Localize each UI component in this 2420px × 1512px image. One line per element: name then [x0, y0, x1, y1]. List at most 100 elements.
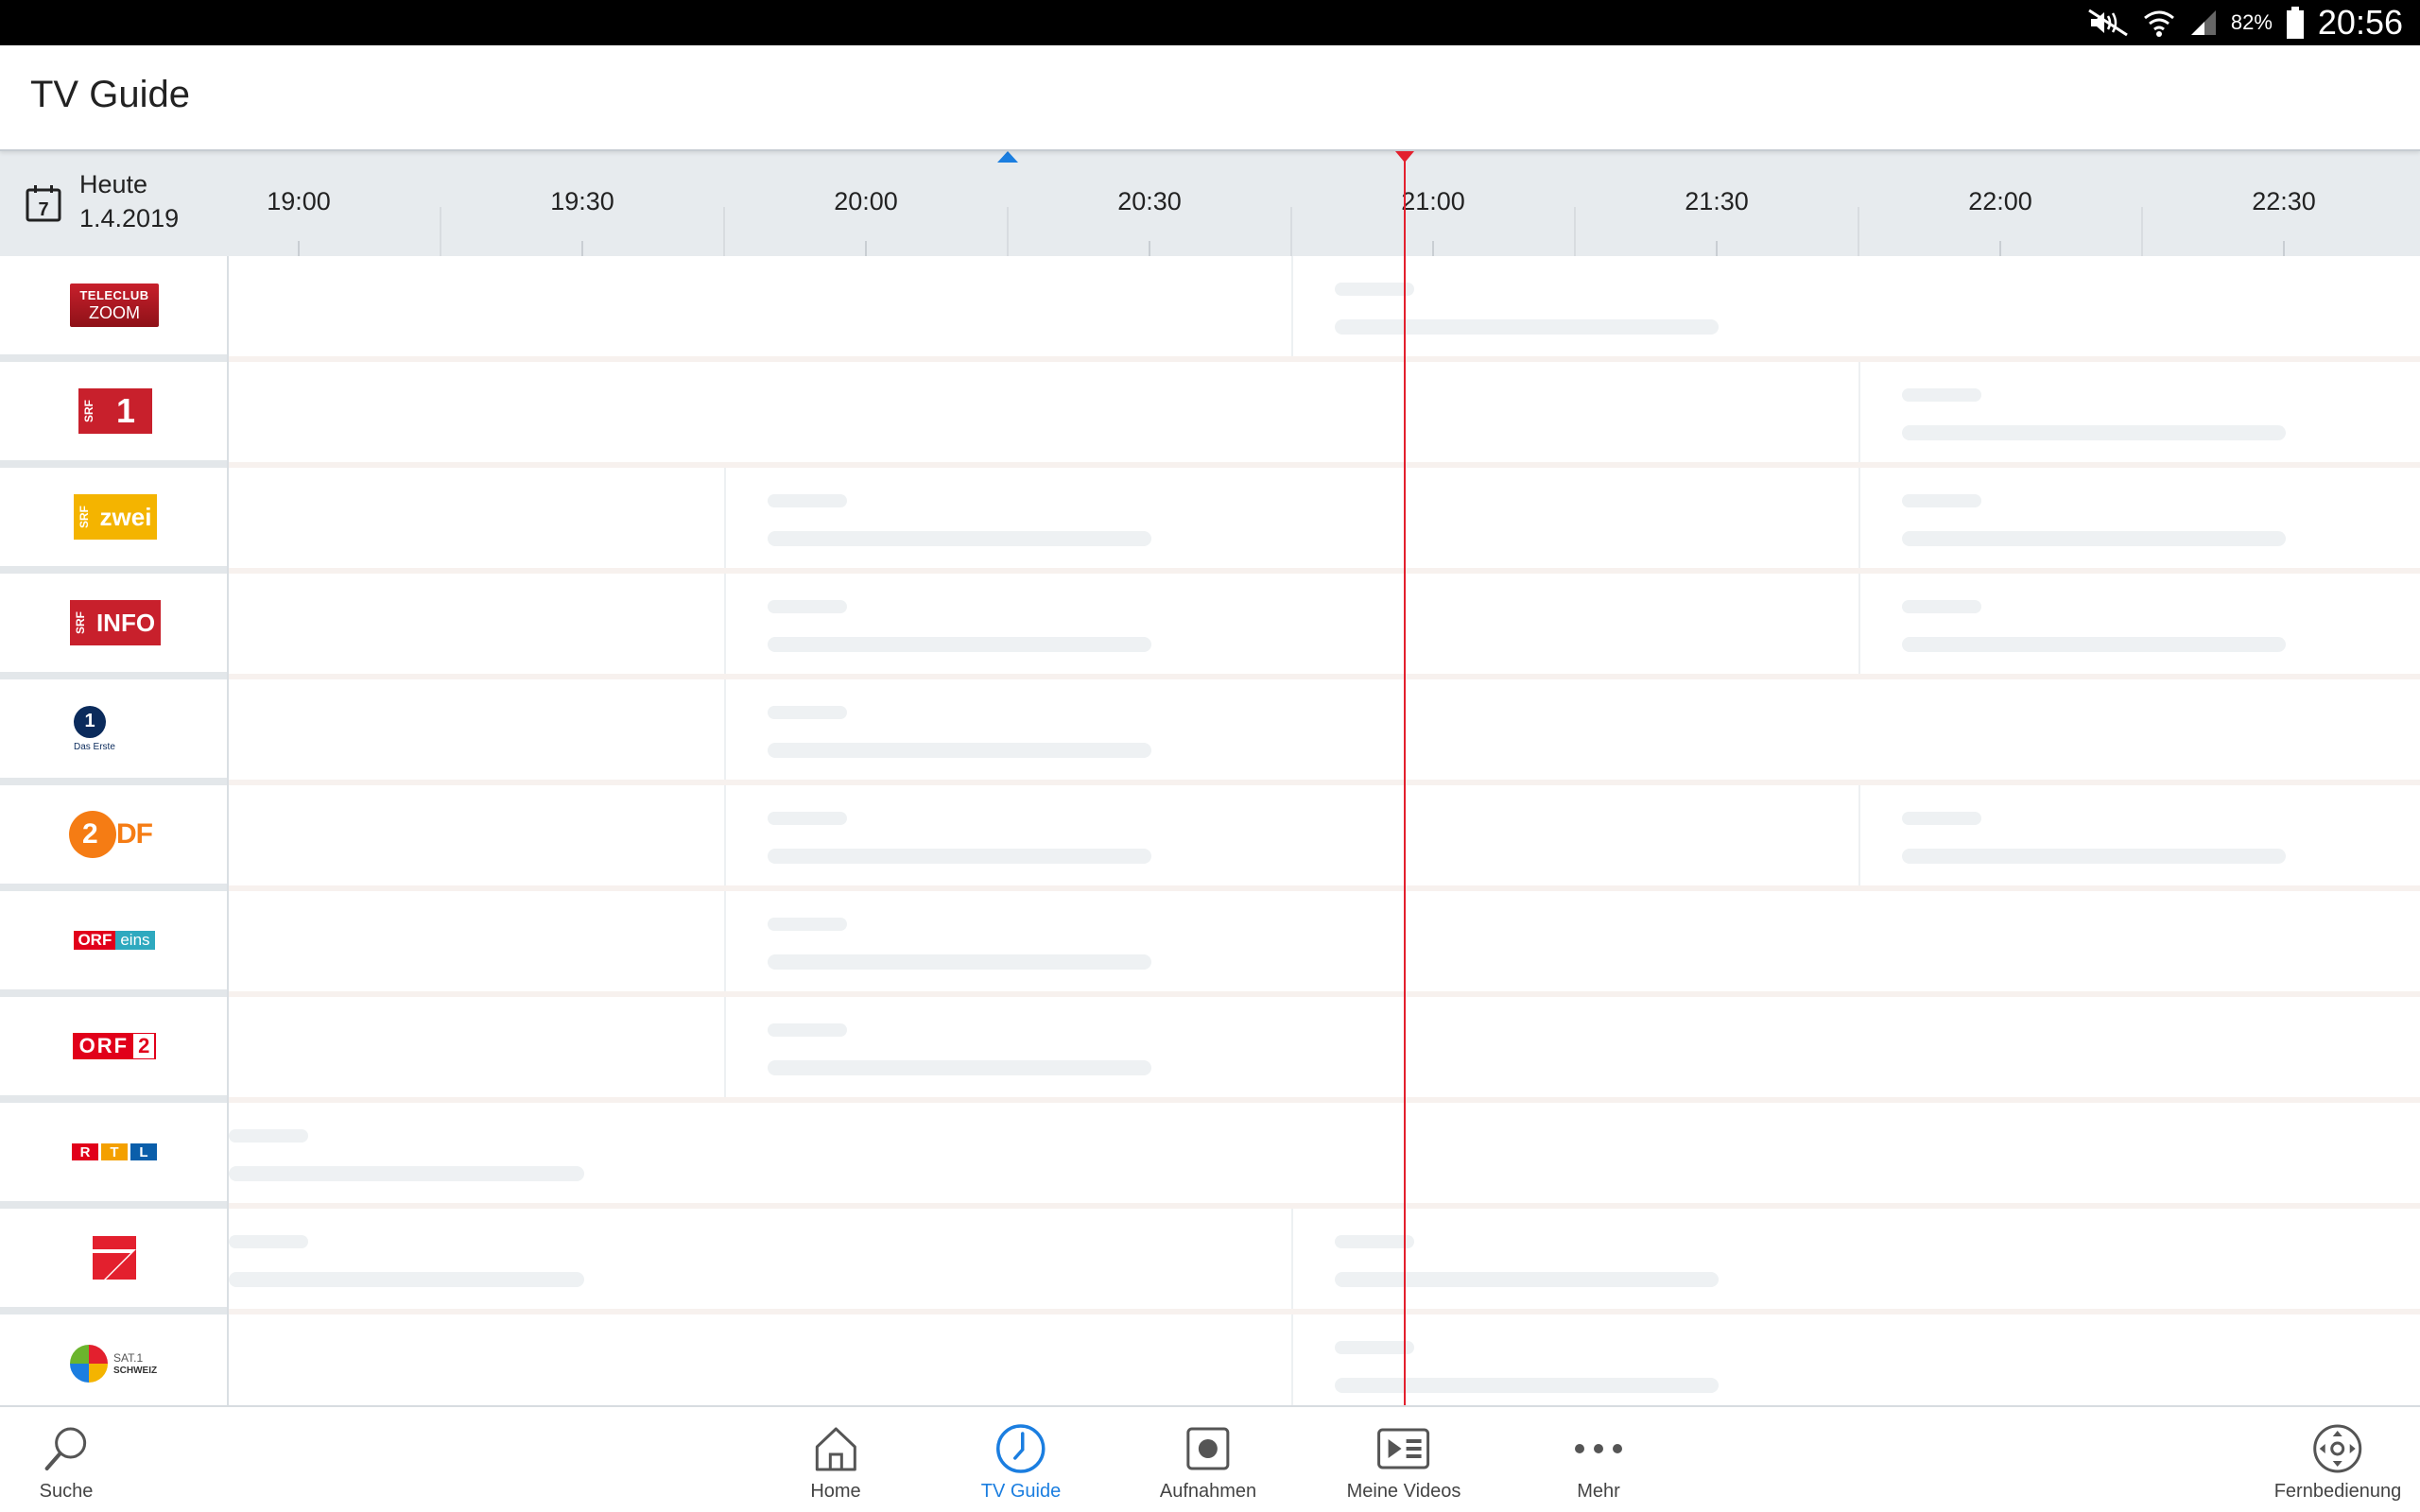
- program-cell[interactable]: [229, 1209, 584, 1307]
- home-icon: [815, 1427, 856, 1471]
- program-divider: [1291, 256, 1293, 356]
- channel-row: TELECLUB ZOOM: [0, 256, 2420, 362]
- rtl-logo: RTL: [72, 1143, 157, 1160]
- program-subtitle-placeholder: [1335, 1272, 1719, 1287]
- row-divider: [0, 354, 229, 362]
- logo-text: ORF: [74, 931, 116, 950]
- program-title-placeholder: [229, 1129, 308, 1143]
- channel-row: SAT.1 SCHWEIZ: [0, 1314, 2420, 1405]
- program-subtitle-placeholder: [1335, 1378, 1719, 1393]
- zdf-logo: 2 DF: [69, 811, 160, 858]
- program-title-placeholder: [1902, 388, 1981, 402]
- program-cell[interactable]: [1902, 468, 2286, 566]
- row-divider: [0, 1201, 229, 1209]
- channel-cell[interactable]: [0, 1209, 229, 1307]
- epg-grid[interactable]: TELECLUB ZOOM SRF 1 SRF zwei SRF INFO 1 Das Erste…: [0, 256, 2420, 1405]
- program-subtitle-placeholder: [768, 743, 1151, 758]
- nav-remote[interactable]: Fernbedienung: [2274, 1407, 2401, 1512]
- program-cell[interactable]: [768, 891, 1151, 989]
- channel-cell[interactable]: SRF 1: [0, 362, 229, 460]
- program-subtitle-placeholder: [229, 1272, 584, 1287]
- logo-text: SRF: [77, 388, 99, 434]
- logo-text: SAT.1: [113, 1351, 144, 1365]
- program-title-placeholder: [768, 494, 847, 507]
- srf-info-logo: SRF INFO: [67, 600, 162, 645]
- channel-cell[interactable]: 2 DF: [0, 785, 229, 884]
- orf-eins-logo: ORF eins: [74, 930, 155, 951]
- date-selector[interactable]: 7 Heute 1.4.2019: [0, 151, 229, 256]
- nav-home[interactable]: Home: [810, 1407, 861, 1512]
- program-divider: [1858, 362, 1860, 462]
- channel-cell[interactable]: TELECLUB ZOOM: [0, 256, 229, 354]
- channel-row: 1 Das Erste: [0, 679, 2420, 785]
- program-title-placeholder: [1335, 283, 1414, 296]
- program-subtitle-placeholder: [1335, 319, 1719, 335]
- time-tick-mark: [1432, 241, 1434, 256]
- nav-recordings[interactable]: Aufnahmen: [1160, 1407, 1256, 1512]
- channel-row: ORF 2: [0, 997, 2420, 1103]
- channel-cell[interactable]: SRF zwei: [0, 468, 229, 566]
- program-cell[interactable]: [229, 1103, 584, 1201]
- program-subtitle-placeholder: [768, 531, 1151, 546]
- program-divider: [1858, 468, 1860, 568]
- program-cell[interactable]: [1335, 1314, 1719, 1405]
- channel-row: ORF eins: [0, 891, 2420, 997]
- program-cell[interactable]: [1335, 1209, 1719, 1307]
- program-subtitle-placeholder: [768, 1060, 1151, 1075]
- nav-more-label: Mehr: [1577, 1481, 1620, 1502]
- svg-text:7: 7: [38, 199, 48, 220]
- program-cell[interactable]: [768, 785, 1151, 884]
- row-divider: [0, 989, 229, 997]
- time-tick-mark: [581, 241, 583, 256]
- channel-cell[interactable]: ORF 2: [0, 997, 229, 1095]
- logo-text: ZOOM: [89, 303, 140, 322]
- program-subtitle-placeholder: [1902, 637, 2286, 652]
- nav-my-videos[interactable]: Meine Videos: [1347, 1407, 1461, 1512]
- app-bar: TV Guide: [0, 45, 2420, 151]
- time-tick-label: 19:00: [267, 187, 331, 215]
- nav-more[interactable]: Mehr: [1572, 1407, 1625, 1512]
- nav-my-videos-label: Meine Videos: [1346, 1481, 1461, 1502]
- row-divider: [0, 1095, 229, 1103]
- time-tick-mark: [2283, 241, 2285, 256]
- row-divider: [0, 1307, 229, 1314]
- channel-row: SRF INFO: [0, 574, 2420, 679]
- remote-icon: [2313, 1424, 2362, 1473]
- srf-zwei-logo: SRF zwei: [71, 494, 158, 540]
- timeline-header[interactable]: 7 Heute 1.4.2019 19:00 19:30 20:00 20:30 21:…: [0, 151, 2420, 256]
- nav-recordings-label: Aufnahmen: [1159, 1481, 1257, 1502]
- program-cell[interactable]: [1902, 785, 2286, 884]
- channel-cell[interactable]: SAT.1 SCHWEIZ: [0, 1314, 229, 1405]
- logo-text: zwei: [94, 494, 158, 540]
- program-cell[interactable]: [768, 574, 1151, 672]
- channel-cell[interactable]: 1 Das Erste: [0, 679, 229, 778]
- time-quarter-mark: [1574, 207, 1576, 256]
- program-divider: [724, 997, 726, 1097]
- nav-search[interactable]: Suche: [40, 1407, 93, 1512]
- logo-text: 1: [74, 705, 106, 738]
- logo-text: L: [130, 1143, 157, 1160]
- channel-cell[interactable]: ORF eins: [0, 891, 229, 989]
- row-divider: [0, 460, 229, 468]
- program-cell[interactable]: [1335, 256, 1719, 354]
- program-cell[interactable]: [768, 468, 1151, 566]
- logo-text: 2: [82, 818, 98, 850]
- program-cell[interactable]: [1902, 362, 2286, 460]
- battery-percent: 82%: [2230, 10, 2273, 34]
- program-cell[interactable]: [768, 679, 1151, 778]
- program-subtitle-placeholder: [768, 637, 1151, 652]
- channel-row: 2 DF: [0, 785, 2420, 891]
- program-divider: [1291, 1314, 1293, 1405]
- channel-cell[interactable]: SRF INFO: [0, 574, 229, 672]
- program-cell[interactable]: [768, 997, 1151, 1095]
- row-divider: [0, 672, 229, 679]
- teleclub-zoom-logo: TELECLUB ZOOM: [70, 284, 159, 327]
- time-tick-mark: [865, 241, 867, 256]
- program-cell[interactable]: [1902, 574, 2286, 672]
- nav-tv-guide[interactable]: TV Guide: [981, 1407, 1061, 1512]
- time-tick-label: 21:00: [1401, 187, 1465, 215]
- program-title-placeholder: [768, 706, 847, 719]
- channel-cell[interactable]: RTL: [0, 1103, 229, 1201]
- date-day-label: Heute: [79, 170, 148, 198]
- logo-text: SRF: [67, 600, 91, 645]
